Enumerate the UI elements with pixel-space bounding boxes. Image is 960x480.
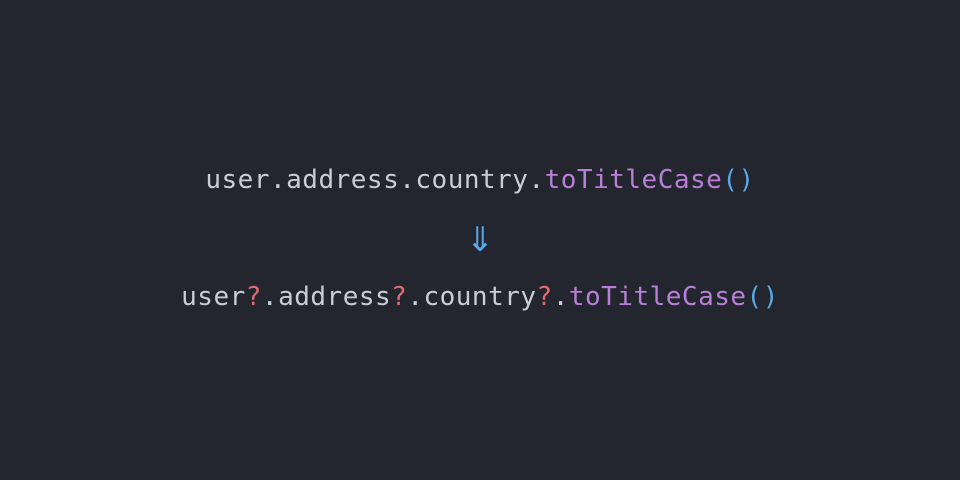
optional-chaining-expression: user?.address?.country?.toTitleCase() [0, 279, 960, 315]
paren-open: ( [722, 165, 739, 195]
method-to-title-case: toTitleCase [568, 282, 747, 312]
original-expression: user.address.country.toTitleCase() [0, 162, 960, 198]
dot-operator: . [528, 165, 545, 195]
arrow-glyph: ⇓ [465, 220, 495, 260]
identifier-country: country [423, 282, 537, 312]
paren-open: ( [746, 282, 763, 312]
optional-operator: ? [245, 282, 262, 312]
paren-close: ) [762, 282, 779, 312]
optional-operator: ? [391, 282, 408, 312]
paren-close: ) [738, 165, 755, 195]
optional-operator: ? [536, 282, 553, 312]
double-down-arrow-icon: ⇓ [0, 218, 960, 262]
method-to-title-case: toTitleCase [544, 165, 723, 195]
identifier-user: user [205, 165, 270, 195]
dot-operator: . [270, 165, 287, 195]
dot-operator: . [399, 165, 416, 195]
identifier-address: address [278, 282, 392, 312]
dot-operator: . [552, 282, 569, 312]
dot-operator: . [261, 282, 279, 312]
dot-operator: . [407, 282, 424, 312]
identifier-country: country [415, 165, 529, 195]
identifier-user: user [181, 282, 246, 312]
code-comparison-canvas: user.address.country.toTitleCase() ⇓ use… [0, 0, 960, 480]
identifier-address: address [286, 165, 400, 195]
